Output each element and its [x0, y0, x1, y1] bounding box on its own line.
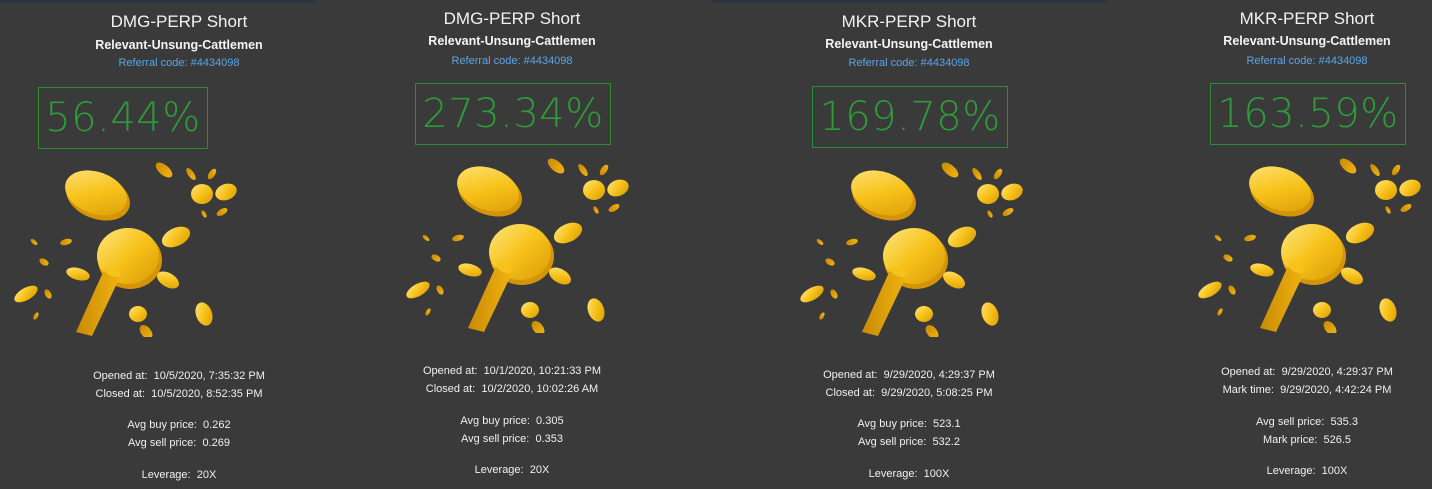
value: 0.305 [536, 415, 564, 427]
label: Avg buy price: [460, 415, 530, 427]
label: Avg sell price: [1256, 416, 1325, 428]
value: 523.1 [933, 418, 961, 430]
market-title: MKR-PERP Short [1239, 9, 1375, 28]
referral-code: Referral code: #4434098 [848, 57, 970, 69]
info-row-price-2: Mark price: 526.5 [1128, 434, 1432, 446]
info-row-opened: Opened at: 9/29/2020, 4:29:37 PM [730, 369, 1088, 381]
value: 0.353 [535, 433, 563, 445]
account-name: Relevant-Unsung-Cattlemen [1223, 34, 1391, 48]
value: 10/5/2020, 8:52:35 PM [151, 388, 263, 400]
value: 100X [923, 468, 950, 480]
pnl-percentage: 169.78% [812, 86, 1008, 148]
label: Leverage: [868, 468, 918, 480]
referral-code: Referral code: #4434098 [451, 55, 573, 67]
value: 526.5 [1323, 434, 1352, 446]
info-row-price-2: Avg sell price: 0.353 [333, 433, 691, 445]
value: 10/5/2020, 7:35:32 PM [153, 370, 265, 382]
label: Opened at: [93, 370, 148, 382]
value: 532.2 [932, 436, 960, 448]
info-row-price-1: Avg buy price: 523.1 [730, 418, 1088, 430]
label: Closed at: [95, 388, 146, 400]
info-row-price-1: Avg sell price: 535.3 [1128, 416, 1432, 428]
label: Leverage: [1266, 465, 1316, 477]
info-row-leverage: Leverage: 100X [1128, 465, 1432, 477]
value: 20X [529, 464, 550, 476]
label: Mark price: [1262, 434, 1318, 446]
label: Avg buy price: [857, 418, 927, 430]
info-row-closed: Closed at: 9/29/2020, 5:08:25 PM [730, 387, 1088, 399]
pnl-percentage: 273.34% [415, 83, 611, 145]
info-row-leverage: Leverage: 20X [0, 469, 358, 481]
info-row-leverage: Leverage: 20X [333, 464, 691, 476]
label: Opened at: [823, 369, 878, 381]
pnl-card-2: DMG-PERP Short Relevant-Unsung-Cattlemen… [333, 0, 691, 489]
value: 9/29/2020, 4:42:24 PM [1280, 384, 1392, 396]
market-title: DMG-PERP Short [110, 12, 248, 31]
pnl-card-3: MKR-PERP Short Relevant-Unsung-Cattlemen… [730, 0, 1088, 489]
value: 10/1/2020, 10:21:33 PM [483, 365, 601, 377]
info-row-opened: Opened at: 10/5/2020, 7:35:32 PM [0, 370, 358, 382]
pnl-percentage: 56.44% [38, 87, 208, 149]
value: 9/29/2020, 4:29:37 PM [883, 369, 995, 381]
market-title: DMG-PERP Short [443, 9, 581, 28]
gold-coins-burst-icon [797, 162, 1026, 337]
label: Avg sell price: [128, 437, 197, 449]
info-row-opened: Opened at: 9/29/2020, 4:29:37 PM [1128, 366, 1432, 378]
label: Mark time: [1222, 384, 1274, 396]
info-row-mark-time: Mark time: 9/29/2020, 4:42:24 PM [1128, 384, 1432, 396]
value: 9/29/2020, 4:29:37 PM [1281, 366, 1393, 378]
account-name: Relevant-Unsung-Cattlemen [825, 37, 993, 51]
value: 9/29/2020, 5:08:25 PM [881, 387, 993, 399]
value: 0.262 [203, 419, 231, 431]
label: Opened at: [423, 365, 478, 377]
label: Closed at: [425, 383, 476, 395]
info-row-leverage: Leverage: 100X [730, 468, 1088, 480]
gold-coins-burst-icon [403, 158, 632, 333]
gold-coins-burst-icon [1195, 158, 1424, 333]
pnl-percentage: 163.59% [1210, 83, 1406, 145]
pnl-card-4: MKR-PERP Short Relevant-Unsung-Cattlemen… [1128, 0, 1432, 489]
label: Opened at: [1221, 366, 1276, 378]
value: 535.3 [1330, 416, 1358, 428]
label: Closed at: [825, 387, 876, 399]
label: Leverage: [474, 464, 524, 476]
referral-code: Referral code: #4434098 [1246, 55, 1368, 67]
label: Avg sell price: [858, 436, 927, 448]
referral-code: Referral code: #4434098 [118, 57, 240, 69]
info-row-closed: Closed at: 10/2/2020, 10:02:26 AM [333, 383, 691, 395]
value: 10/2/2020, 10:02:26 AM [481, 383, 599, 395]
account-name: Relevant-Unsung-Cattlemen [428, 34, 596, 48]
value: 20X [196, 469, 217, 481]
label: Avg buy price: [127, 419, 197, 431]
gold-coins-burst-icon [11, 162, 240, 337]
info-row-price-1: Avg buy price: 0.262 [0, 419, 358, 431]
info-row-opened: Opened at: 10/1/2020, 10:21:33 PM [333, 365, 691, 377]
label: Leverage: [141, 469, 191, 481]
pnl-card-1: DMG-PERP Short Relevant-Unsung-Cattlemen… [0, 0, 358, 489]
value: 0.269 [202, 437, 230, 449]
info-row-closed: Closed at: 10/5/2020, 8:52:35 PM [0, 388, 358, 400]
value: 100X [1321, 465, 1348, 477]
info-row-price-1: Avg buy price: 0.305 [333, 415, 691, 427]
label: Avg sell price: [461, 433, 530, 445]
account-name: Relevant-Unsung-Cattlemen [95, 38, 263, 52]
market-title: MKR-PERP Short [841, 12, 977, 31]
info-row-price-2: Avg sell price: 532.2 [730, 436, 1088, 448]
info-row-price-2: Avg sell price: 0.269 [0, 437, 358, 449]
